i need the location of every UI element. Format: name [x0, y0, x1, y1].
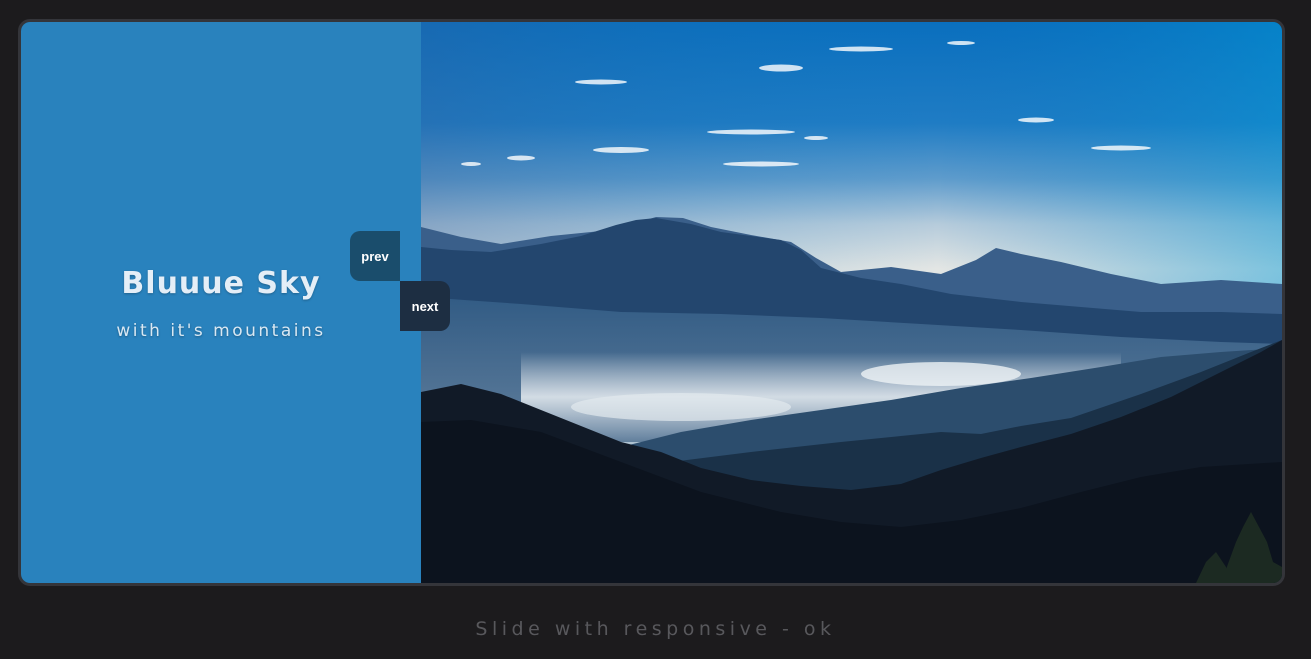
prev-button[interactable]: prev [350, 231, 400, 281]
mountain-landscape-image [421, 22, 1282, 583]
slider-frame: Bluuue Sky with it's mountains [18, 19, 1285, 586]
slide-image [421, 22, 1282, 583]
next-button[interactable]: next [400, 281, 450, 331]
page-caption: Slide with responsive - ok [475, 618, 836, 640]
slide-text-panel: Bluuue Sky with it's mountains [21, 22, 421, 583]
slide-subtitle: with it's mountains [116, 321, 326, 341]
